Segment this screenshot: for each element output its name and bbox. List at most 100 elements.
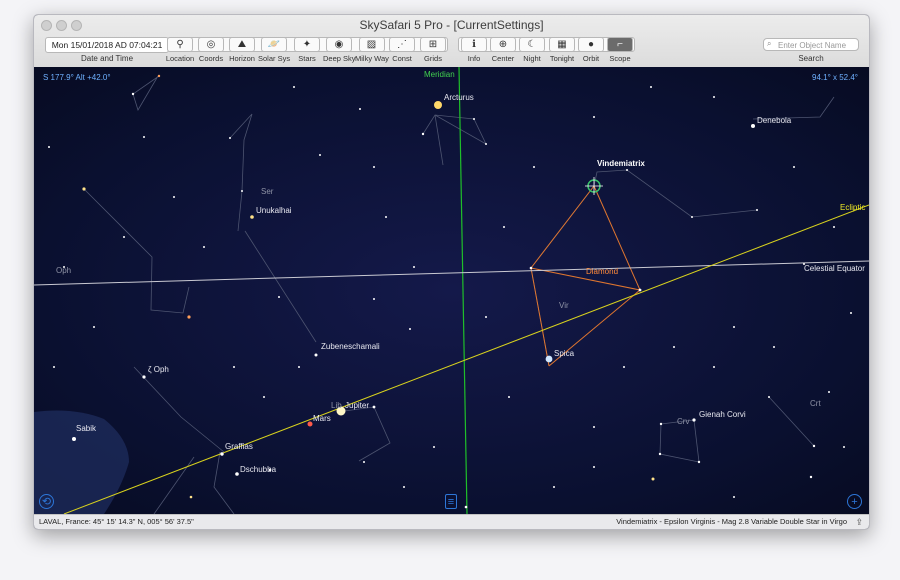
dschubba-label[interactable]: Dschubba — [240, 465, 276, 474]
grid-icon: ⊞ — [420, 37, 446, 52]
add-icon[interactable]: + — [847, 494, 862, 509]
crv-label: Crv — [677, 417, 690, 426]
graffias-star — [220, 452, 224, 456]
lib-label: Lib — [331, 401, 342, 410]
coords-button[interactable]: ◎ Coords — [196, 37, 226, 65]
mars-planet — [307, 421, 313, 427]
dschubba-star — [235, 472, 239, 476]
denebola-label[interactable]: Denebola — [757, 116, 791, 125]
unukalhai-label[interactable]: Unukalhai — [256, 206, 292, 215]
skysafari-window: SkySafari 5 Pro - [CurrentSettings] Mon … — [33, 14, 870, 530]
zubeneschamali-label[interactable]: Zubeneschamali — [321, 342, 380, 351]
solar-system-label: Solar Sys — [258, 54, 291, 63]
constellations-button[interactable]: ⋰ Const — [388, 37, 416, 65]
search-input[interactable]: Enter Object Name — [763, 38, 859, 51]
field-of-view: 94.1° x 52.4° — [812, 73, 858, 82]
denebola-star — [751, 124, 755, 128]
diamond-asterism — [530, 185, 641, 367]
tonight-label: Tonight — [549, 54, 575, 63]
center-button[interactable]: ⊕ Center — [489, 37, 517, 65]
arcturus-label[interactable]: Arcturus — [444, 93, 474, 102]
location-label: Location — [165, 54, 195, 63]
crt-label: Crt — [810, 399, 821, 408]
constellations-label: Const — [392, 54, 412, 63]
search-icon: ⌕ — [767, 39, 772, 48]
sabik-label[interactable]: Sabik — [76, 424, 96, 433]
star-field — [48, 74, 852, 509]
horizon-label: Horizon — [229, 54, 255, 63]
sabik-star — [72, 437, 76, 441]
meridian-label: Meridian — [424, 70, 455, 79]
milky-way-icon: ▨ — [358, 37, 385, 52]
location-status: LAVAL, France: 45° 15' 14.3" N, 005° 56'… — [39, 517, 194, 526]
galaxy-icon: ◉ — [326, 37, 352, 52]
diamond-label: Diamond — [586, 267, 619, 276]
zeta-oph-star — [142, 375, 146, 379]
orbit-icon: ● — [578, 37, 604, 52]
solar-system-button[interactable]: 🪐 Solar Sys — [258, 37, 290, 65]
location-icon: ⚲ — [167, 37, 193, 52]
deep-sky-button[interactable]: ◉ Deep Sky — [323, 37, 356, 65]
deep-sky-label: Deep Sky — [323, 54, 356, 63]
calendar-icon: ▦ — [549, 37, 575, 52]
coords-icon: ◎ — [198, 37, 224, 52]
graffias-label[interactable]: Graffias — [225, 442, 253, 451]
tonight-button[interactable]: ▦ Tonight — [547, 37, 577, 65]
orbit-label: Orbit — [582, 54, 600, 63]
mars-label[interactable]: Mars — [313, 414, 331, 423]
grids-label: Grids — [424, 54, 442, 63]
vindemiatrix-label[interactable]: Vindemiatrix — [597, 159, 645, 168]
unukalhai-star — [250, 215, 254, 219]
date-time-label: Date and Time — [80, 54, 134, 63]
sky-chart[interactable]: S 177.9° Alt +42.0° 94.1° x 52.4° Meridi… — [34, 67, 869, 514]
night-icon: ☾ — [519, 37, 545, 52]
horizon-button[interactable]: ⛰ Horizon — [227, 37, 257, 65]
selected-object-status: Vindemiatrix - Epsilon Virginis - Mag 2.… — [616, 517, 847, 526]
jupiter-label[interactable]: Jupiter — [345, 401, 369, 410]
title-bar: SkySafari 5 Pro - [CurrentSettings] Mon … — [34, 15, 869, 68]
night-label: Night — [523, 54, 541, 63]
gienah-corvi-star — [692, 418, 696, 422]
info-icon: ℹ — [461, 37, 487, 52]
milky-way-label: Milky Way — [355, 54, 389, 63]
location-button[interactable]: ⚲ Location — [165, 37, 195, 65]
celestial-equator-line — [34, 260, 869, 286]
stars-button[interactable]: ✦ Stars — [292, 37, 322, 65]
ser-label: Ser — [261, 187, 274, 196]
orbit-button[interactable]: ● Orbit — [577, 37, 605, 65]
oph-label: Oph — [56, 266, 72, 275]
planet-icon: 🪐 — [261, 37, 287, 52]
coords-label: Coords — [198, 54, 224, 63]
center-icon: ⊕ — [490, 37, 516, 52]
zubeneschamali-star — [314, 353, 318, 357]
share-icon[interactable]: ⇪ — [855, 515, 863, 529]
search-label: Search — [798, 54, 824, 63]
vir-label: Vir — [559, 301, 569, 310]
stars-icon: ✦ — [294, 37, 320, 52]
constellation-lines — [83, 75, 835, 514]
gienah-corvi-label[interactable]: Gienah Corvi — [699, 410, 746, 419]
sky-chart-canvas — [34, 67, 869, 514]
ecliptic-label: Ecliptic — [840, 203, 866, 212]
info-button[interactable]: ℹ Info — [460, 37, 488, 65]
center-label: Center — [491, 54, 515, 63]
vindemiatrix-target-icon[interactable] — [585, 177, 603, 195]
spica-label[interactable]: Spica — [554, 349, 574, 358]
arcturus-star — [434, 101, 442, 109]
zeta-oph-label[interactable]: ζ Oph — [148, 365, 169, 374]
telescope-icon: ⌐ — [607, 37, 633, 52]
compass-icon[interactable]: ⟲ — [39, 494, 54, 509]
date-time-field[interactable]: Mon 15/01/2018 AD 07:04:21 — [45, 37, 169, 53]
scope-button[interactable]: ⌐ Scope — [606, 37, 634, 65]
grids-button[interactable]: ⊞ Grids — [419, 37, 447, 65]
celestial-equator-label: Celestial Equator — [804, 264, 865, 273]
document-icon[interactable]: ≡ — [445, 494, 457, 509]
info-label: Info — [467, 54, 481, 63]
spica-star — [545, 355, 553, 363]
status-bar: LAVAL, France: 45° 15' 14.3" N, 005° 56'… — [34, 514, 869, 529]
night-button[interactable]: ☾ Night — [518, 37, 546, 65]
window-title: SkySafari 5 Pro - [CurrentSettings] — [359, 18, 544, 32]
horizon-icon: ⛰ — [229, 37, 255, 52]
stars-label: Stars — [298, 54, 316, 63]
milky-way-button[interactable]: ▨ Milky Way — [355, 37, 389, 65]
